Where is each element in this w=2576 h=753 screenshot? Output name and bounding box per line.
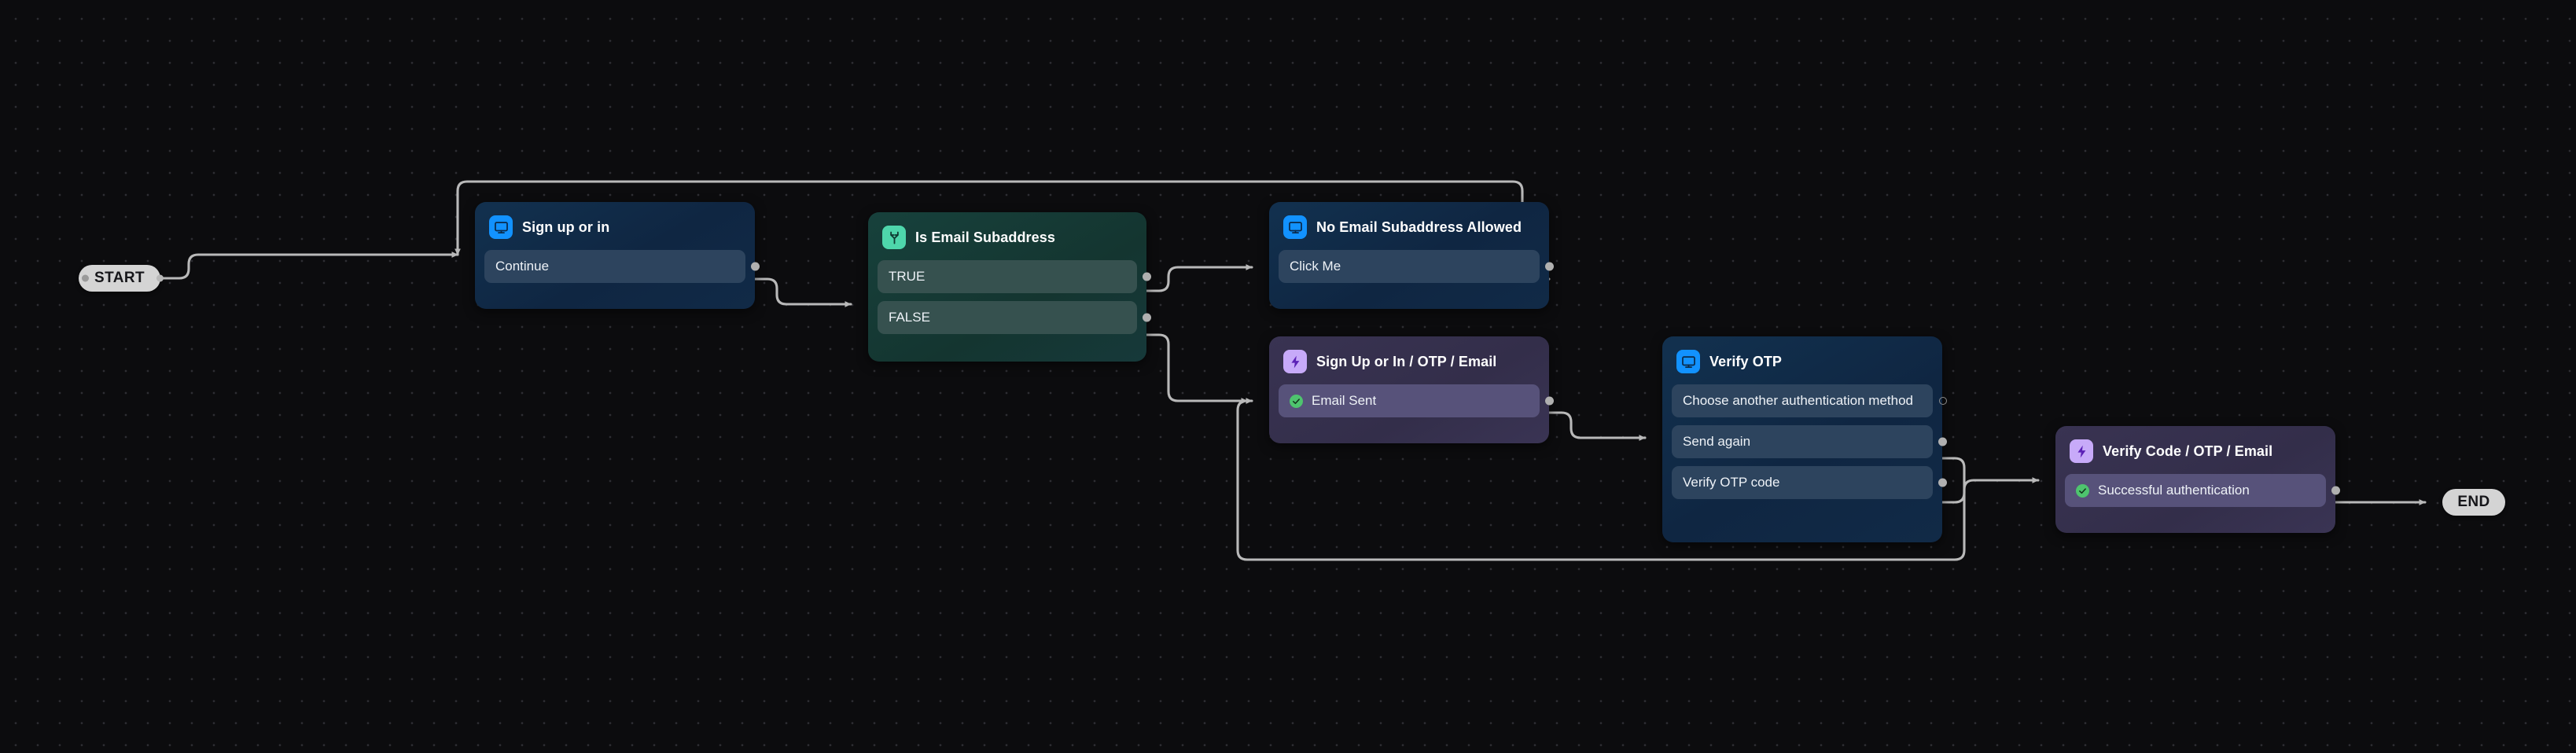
port-label: Send again bbox=[1683, 434, 1750, 450]
flow-canvas[interactable]: START END Sign up or in Continue bbox=[0, 0, 2576, 753]
node-header: Sign up or in bbox=[484, 213, 745, 239]
port-dot[interactable] bbox=[1545, 397, 1554, 406]
port-choose-another-authentication-method[interactable]: Choose another authentication method bbox=[1672, 384, 1933, 417]
node-verify-otp[interactable]: Verify OTP Choose another authentication… bbox=[1662, 336, 1942, 542]
edge-emailsent-to-verify-otp bbox=[1549, 413, 1645, 438]
start-terminal[interactable]: START bbox=[79, 265, 160, 292]
port-label: Verify OTP code bbox=[1683, 475, 1779, 490]
node-title: No Email Subaddress Allowed bbox=[1316, 219, 1522, 236]
end-label: END bbox=[2457, 494, 2490, 511]
port-dot[interactable] bbox=[1545, 263, 1554, 271]
start-pin-right[interactable] bbox=[156, 275, 164, 282]
start-label: START bbox=[94, 270, 145, 287]
node-signup-otp-email[interactable]: Sign Up or In / OTP / Email Email Sent bbox=[1269, 336, 1549, 443]
node-header: Verify OTP bbox=[1672, 347, 1933, 373]
node-header: No Email Subaddress Allowed bbox=[1279, 213, 1540, 239]
node-is-email-subaddress[interactable]: Is Email Subaddress TRUE FALSE bbox=[868, 212, 1146, 362]
end-terminal[interactable]: END bbox=[2442, 489, 2505, 516]
node-title: Verify Code / OTP / Email bbox=[2103, 443, 2272, 460]
edge-start-to-signup bbox=[160, 255, 458, 278]
node-title: Sign Up or In / OTP / Email bbox=[1316, 354, 1496, 370]
port-dot[interactable] bbox=[1938, 438, 1947, 446]
screen-icon bbox=[1676, 350, 1700, 373]
port-verify-otp-code[interactable]: Verify OTP code bbox=[1672, 466, 1933, 499]
port-label: Email Sent bbox=[1312, 393, 1376, 409]
port-dot[interactable] bbox=[751, 263, 760, 271]
node-header: Verify Code / OTP / Email bbox=[2065, 437, 2326, 463]
screen-icon bbox=[1283, 215, 1307, 239]
port-label: TRUE bbox=[889, 269, 925, 285]
port-dot[interactable] bbox=[2331, 487, 2340, 495]
node-header: Sign Up or In / OTP / Email bbox=[1279, 347, 1540, 373]
port-true[interactable]: TRUE bbox=[878, 260, 1137, 293]
node-title: Verify OTP bbox=[1709, 354, 1782, 370]
node-title: Is Email Subaddress bbox=[915, 230, 1055, 246]
check-icon bbox=[1290, 395, 1303, 408]
screen-icon bbox=[489, 215, 513, 239]
port-dot[interactable] bbox=[1143, 273, 1151, 281]
node-header: Is Email Subaddress bbox=[878, 223, 1137, 249]
port-dot[interactable] bbox=[1938, 479, 1947, 487]
edge-continue-to-branch bbox=[755, 279, 851, 304]
node-verify-code-otp-email[interactable]: Verify Code / OTP / Email Successful aut… bbox=[2055, 426, 2335, 533]
port-successful-authentication[interactable]: Successful authentication bbox=[2065, 474, 2326, 507]
port-click-me[interactable]: Click Me bbox=[1279, 250, 1540, 283]
start-pin-left bbox=[82, 275, 89, 282]
bolt-icon bbox=[1283, 350, 1307, 373]
port-label: Successful authentication bbox=[2098, 483, 2250, 498]
port-false[interactable]: FALSE bbox=[878, 301, 1137, 334]
branch-icon bbox=[882, 226, 906, 249]
port-dot[interactable] bbox=[1143, 314, 1151, 322]
port-label: Continue bbox=[495, 259, 549, 274]
port-label: Click Me bbox=[1290, 259, 1341, 274]
port-send-again[interactable]: Send again bbox=[1672, 425, 1933, 458]
port-email-sent[interactable]: Email Sent bbox=[1279, 384, 1540, 417]
node-no-email-subaddress-allowed[interactable]: No Email Subaddress Allowed Click Me bbox=[1269, 202, 1549, 309]
edge-true-to-no-subaddress bbox=[1146, 267, 1252, 291]
port-continue[interactable]: Continue bbox=[484, 250, 745, 283]
node-signup[interactable]: Sign up or in Continue bbox=[475, 202, 755, 309]
port-label: FALSE bbox=[889, 310, 930, 325]
edge-false-to-otp-email bbox=[1146, 335, 1252, 401]
check-icon bbox=[2076, 484, 2089, 498]
edge-verifycode-to-verify-code-node bbox=[1942, 480, 2038, 502]
node-title: Sign up or in bbox=[522, 219, 609, 236]
port-dot[interactable] bbox=[1939, 397, 1947, 405]
bolt-icon bbox=[2070, 439, 2093, 463]
port-label: Choose another authentication method bbox=[1683, 393, 1913, 409]
